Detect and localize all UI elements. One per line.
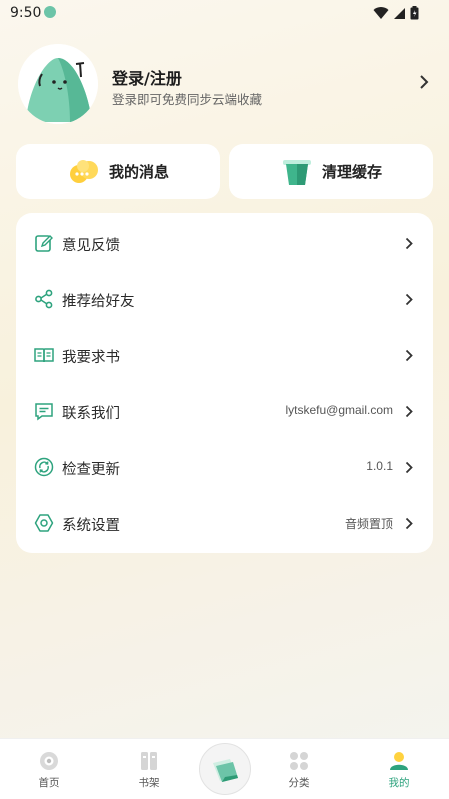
menu-item-system-settings[interactable]: 系统设置 音频置顶 <box>16 495 433 551</box>
login-register-title[interactable]: 登录/注册 <box>112 65 182 89</box>
menu-item-check-update[interactable]: 检查更新 1.0.1 <box>16 439 433 495</box>
settings-value: 音频置顶 <box>344 517 393 531</box>
menu-label-feedback: 意见反馈 <box>62 238 120 254</box>
messages-icon <box>69 159 98 183</box>
settings-menu: 意见反馈 推荐给好友 我要求书 联系我们 lytskefu@gmail.com <box>16 213 433 553</box>
signal-icon <box>394 7 405 19</box>
share-icon <box>35 289 53 309</box>
bookshelf-icon <box>141 752 157 770</box>
profile-header[interactable]: 登录/注册 登录即可免费同步云端收藏 <box>18 44 433 124</box>
book-shortcut-icon <box>213 759 238 782</box>
refresh-icon <box>34 457 54 477</box>
menu-item-feedback[interactable]: 意见反馈 <box>16 215 433 271</box>
app-version: 1.0.1 <box>366 459 393 473</box>
status-bar: 9:50 <box>0 0 449 26</box>
chevron-right-icon <box>405 237 413 250</box>
menu-item-contact[interactable]: 联系我们 lytskefu@gmail.com <box>16 383 433 439</box>
mascot-avatar-icon <box>18 44 98 124</box>
menu-item-recommend[interactable]: 推荐给好友 <box>16 271 433 327</box>
app-notification-icon <box>44 6 56 18</box>
tab-profile-label: 我的 <box>388 777 410 789</box>
chevron-right-icon[interactable] <box>419 74 429 90</box>
my-messages-label: 我的消息 <box>108 163 169 181</box>
clear-cache-label: 清理缓存 <box>321 163 382 181</box>
menu-label-recommend: 推荐给好友 <box>62 294 135 310</box>
trash-cup-icon <box>282 159 311 185</box>
menu-label-system-settings: 系统设置 <box>62 518 120 534</box>
edit-note-icon <box>35 235 53 252</box>
tab-bookshelf[interactable]: 书架 <box>104 739 194 799</box>
menu-label-contact: 联系我们 <box>62 406 120 422</box>
tab-home[interactable]: 首页 <box>4 739 94 799</box>
chevron-right-icon <box>405 293 413 306</box>
tab-bookshelf-label: 书架 <box>138 777 160 789</box>
menu-label-check-update: 检查更新 <box>62 462 120 478</box>
status-time: 9:50 <box>10 5 42 21</box>
chevron-right-icon <box>405 349 413 362</box>
menu-label-request-book: 我要求书 <box>62 350 120 366</box>
tab-category[interactable]: 分类 <box>254 739 344 799</box>
contact-email: lytskefu@gmail.com <box>285 403 393 417</box>
system-icons <box>373 6 419 20</box>
avatar[interactable] <box>18 44 98 124</box>
chat-message-icon <box>35 403 53 421</box>
tab-profile[interactable]: 我的 <box>354 739 444 799</box>
open-book-icon <box>34 348 54 363</box>
profile-icon <box>390 752 408 770</box>
tab-category-label: 分类 <box>288 777 310 789</box>
chevron-right-icon <box>405 405 413 418</box>
tab-home-label: 首页 <box>38 777 60 789</box>
wifi-icon <box>373 6 389 19</box>
settings-icon <box>34 514 54 532</box>
center-reading-button[interactable] <box>199 743 251 795</box>
login-subtitle: 登录即可免费同步云端收藏 <box>112 92 263 107</box>
chevron-right-icon <box>405 517 413 530</box>
home-icon <box>40 752 58 770</box>
menu-item-request-book[interactable]: 我要求书 <box>16 327 433 383</box>
category-icon <box>290 752 308 770</box>
my-messages-button[interactable]: 我的消息 <box>16 144 220 199</box>
clear-cache-button[interactable]: 清理缓存 <box>229 144 433 199</box>
chevron-right-icon <box>405 461 413 474</box>
battery-icon <box>410 6 419 20</box>
